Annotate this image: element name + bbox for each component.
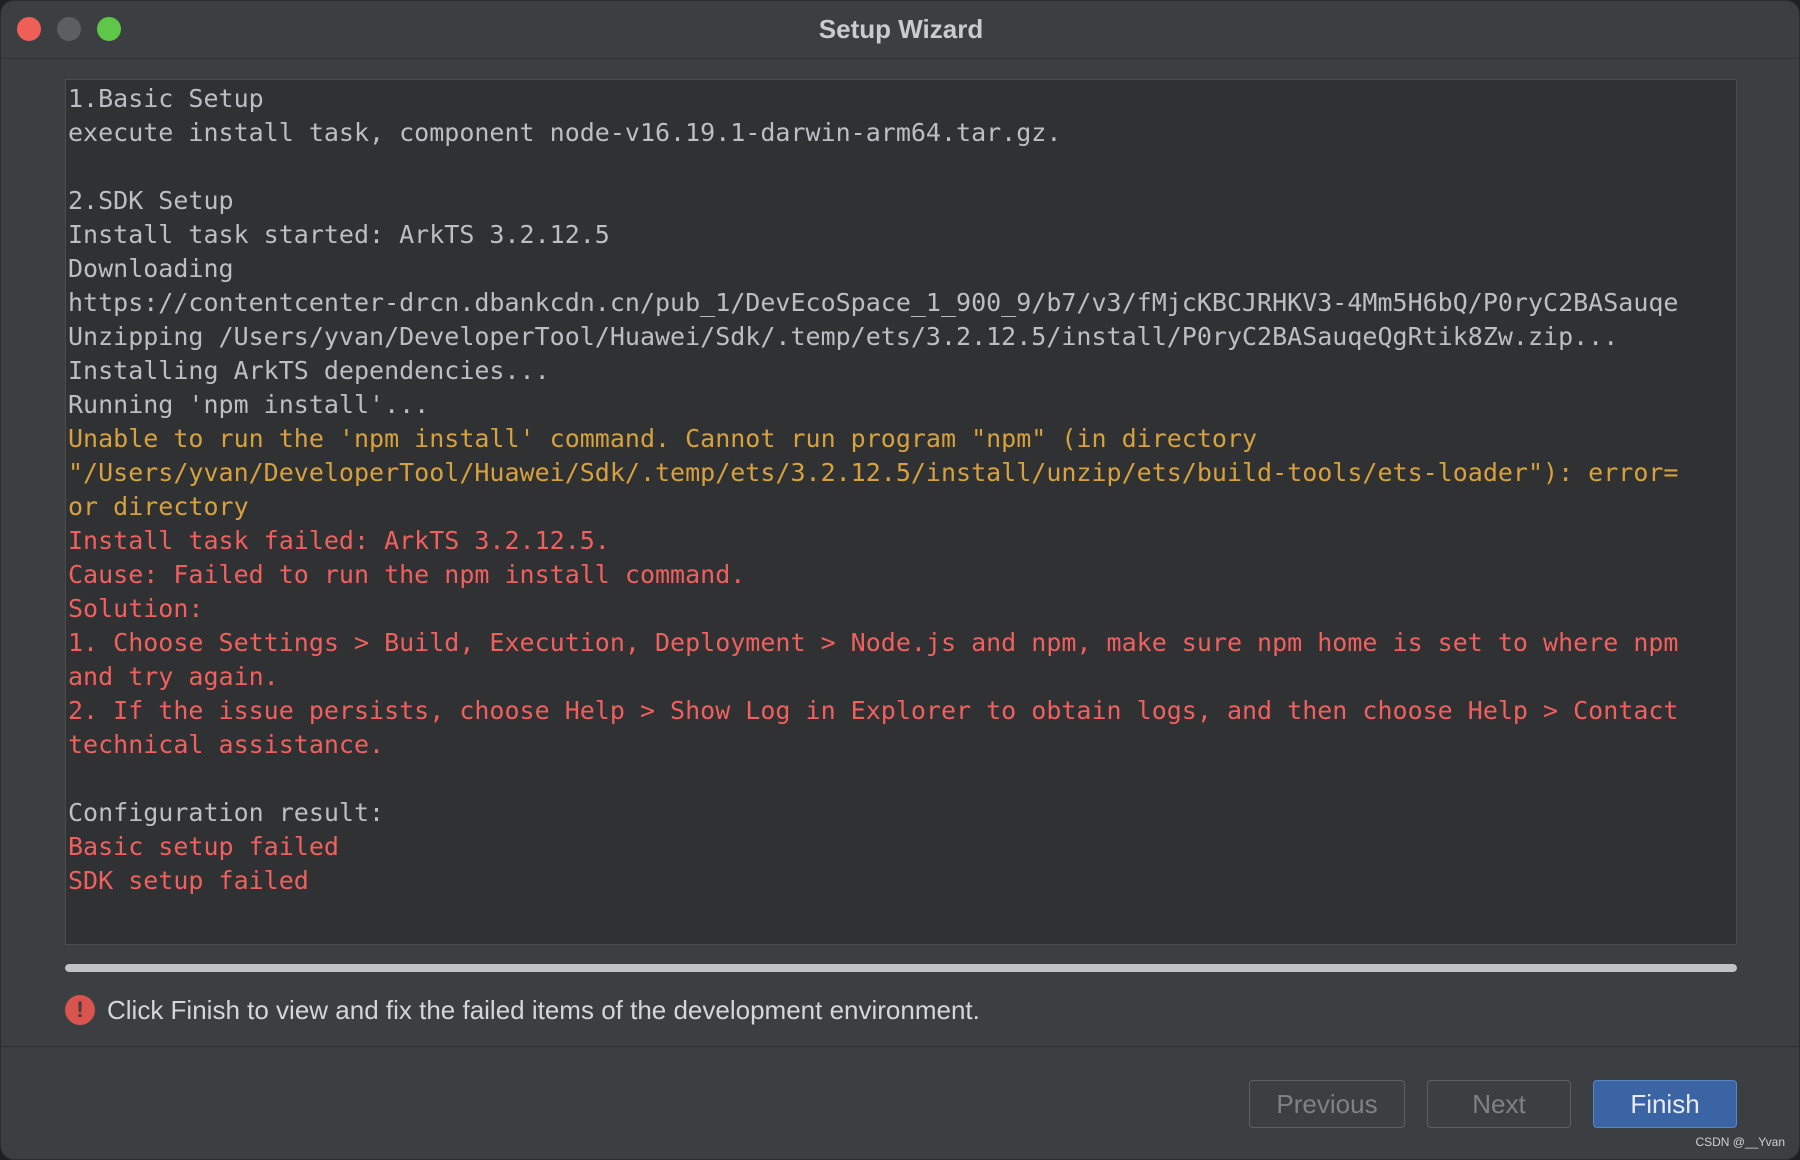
footer-divider <box>1 1046 1799 1047</box>
status-message: Click Finish to view and fix the failed … <box>107 994 980 1025</box>
log-line: Basic setup failed <box>68 832 339 861</box>
status-message-row: ! Click Finish to view and fix the faile… <box>65 993 980 1027</box>
log-line: 2.SDK Setup <box>68 186 234 215</box>
setup-log-panel[interactable]: 1.Basic Setup execute install task, compo… <box>65 79 1737 945</box>
log-line: 2. If the issue persists, choose Help > … <box>68 696 1679 725</box>
log-line: or directory <box>68 492 249 521</box>
log-line: technical assistance. <box>68 730 385 759</box>
setup-progress-fill <box>65 964 1737 972</box>
log-line: Running 'npm install'... <box>68 390 430 419</box>
watermark: CSDN @__Yvan <box>1695 1135 1785 1149</box>
window-title: Setup Wizard <box>818 14 984 44</box>
log-line: Install task started: ArkTS 3.2.12.5 <box>68 220 610 249</box>
log-line: Downloading <box>68 254 234 283</box>
title-bar[interactable]: Setup Wizard <box>1 1 1799 59</box>
log-line: Unable to run the 'npm install' command.… <box>68 424 1258 453</box>
log-line: and try again. <box>68 662 279 691</box>
setup-wizard-window: Setup Wizard 1.Basic Setup execute instal… <box>0 0 1800 1160</box>
log-line: 1. Choose Settings > Build, Execution, D… <box>68 628 1679 657</box>
log-line: https://contentcenter-drcn.dbankcdn.cn/p… <box>68 288 1679 317</box>
log-line: Install task failed: ArkTS 3.2.12.5. <box>68 526 610 555</box>
setup-progress-bar <box>65 964 1737 972</box>
log-line: Cause: Failed to run the npm install com… <box>68 560 746 589</box>
log-line: execute install task, component node-v16… <box>68 118 1062 147</box>
log-line: Unzipping /Users/yvan/DeveloperTool/Huaw… <box>68 322 1619 351</box>
log-line: 1.Basic Setup <box>68 84 264 113</box>
log-line: SDK setup failed <box>68 866 309 895</box>
error-icon: ! <box>65 995 95 1025</box>
next-button[interactable]: Next <box>1427 1080 1571 1128</box>
setup-log-lines: 1.Basic Setup execute install task, compo… <box>68 82 1734 942</box>
log-line: Solution: <box>68 594 204 623</box>
log-line: Configuration result: <box>68 798 385 827</box>
previous-button[interactable]: Previous <box>1249 1080 1405 1128</box>
finish-button[interactable]: Finish <box>1593 1080 1737 1128</box>
log-line: Installing ArkTS dependencies... <box>68 356 550 385</box>
log-line: "/Users/yvan/DeveloperTool/Huawei/Sdk/.t… <box>68 458 1679 487</box>
